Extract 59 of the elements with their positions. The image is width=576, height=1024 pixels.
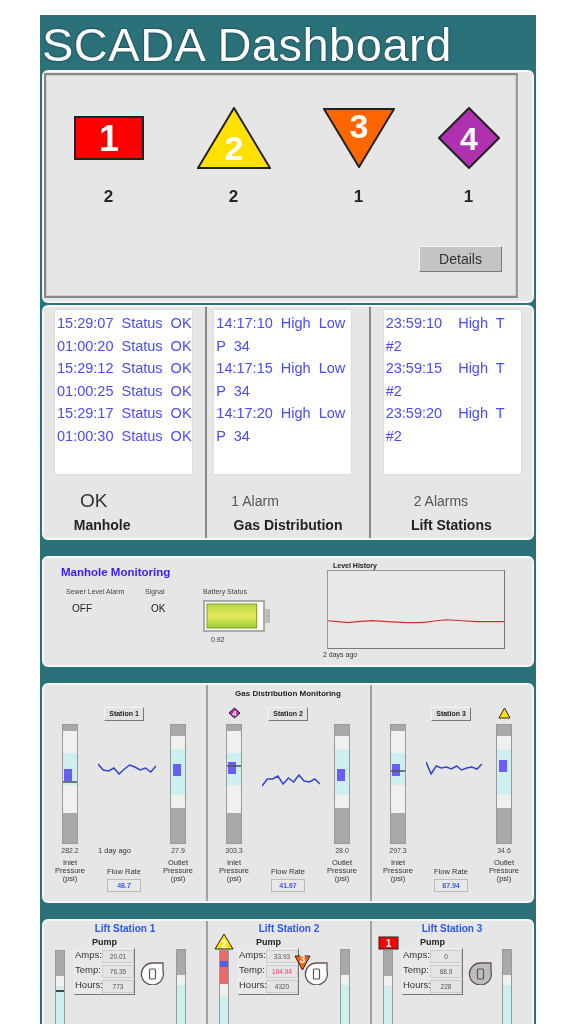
log-entry[interactable]: 14:17:10 High Low P 34 — [216, 312, 352, 358]
section-title: Manhole Monitoring — [61, 565, 172, 580]
alarm-badge — [497, 707, 511, 720]
log-entry[interactable]: 15:29:17 Status OK — [57, 402, 192, 425]
reading-label: Hours: — [239, 979, 266, 993]
alarm-priority-badge: 1 — [73, 116, 144, 161]
alarm-badge: 1 — [377, 936, 399, 951]
trend-line — [262, 774, 320, 788]
log-entry[interactable]: 15:29:07 Status OK — [57, 312, 192, 335]
battery-gauge — [203, 600, 271, 633]
reading-label: Amps: — [239, 949, 266, 963]
section-title: Gas Distribution Monitoring — [234, 688, 342, 701]
pump-label: Pump — [420, 936, 445, 949]
alarm-count: 2 — [103, 187, 114, 208]
area-label: Manhole — [73, 517, 131, 534]
alarm-count: 2 — [228, 187, 239, 208]
dashboard-title: SCADA Dashboard — [41, 17, 452, 71]
alarm-badge: 3 — [294, 955, 311, 972]
status-text: 2 Alarms — [413, 492, 469, 512]
gauge-top-band — [177, 950, 185, 975]
log-entry[interactable]: 14:17:15 High Low P 34 — [216, 357, 352, 403]
reading-label: Hours: — [403, 979, 430, 993]
alarm-badge: 2 — [214, 933, 234, 951]
gauge-top-band — [341, 950, 349, 975]
area-label: Gas Distribution — [233, 517, 343, 534]
log-entry[interactable]: 23:59:15 High T #2 — [385, 357, 521, 403]
alarm-priority-badge: 3 — [322, 108, 395, 169]
field-value: OFF — [71, 603, 92, 616]
reading-label: Temp: — [239, 964, 266, 978]
reading-label: Amps: — [75, 949, 102, 963]
reading-label: Hours: — [75, 979, 102, 993]
alarm-priority-badge: 4 — [437, 107, 500, 170]
gauge-top-band — [503, 950, 511, 975]
station-title: Lift Station 3 — [420, 923, 484, 936]
trend-line — [98, 763, 156, 776]
reading-label: Amps: — [403, 949, 430, 963]
pump-label: Pump — [92, 936, 117, 949]
station-title: Lift Station 2 — [257, 923, 321, 936]
alarm-count: 1 — [353, 187, 364, 208]
pump-label: Pump — [256, 936, 281, 949]
log-entry[interactable]: 01:00:25 Status OK — [57, 379, 192, 403]
log-entry[interactable]: 14:17:20 High Low P 34 — [216, 402, 352, 448]
reading-label: Temp: — [403, 964, 430, 978]
alarm-badge: 4 — [227, 707, 241, 720]
area-label: Lift Stations — [410, 517, 492, 534]
alarm-count: 1 — [463, 187, 474, 208]
station-title: Lift Station 1 — [93, 923, 157, 936]
log-entry[interactable]: 15:29:12 Status OK — [57, 357, 192, 380]
log-entry[interactable]: 01:00:20 Status OK — [57, 334, 192, 358]
status-text: OK — [80, 490, 108, 513]
reading-label: Temp: — [75, 964, 102, 978]
field-value: OK — [150, 603, 166, 616]
alarm-priority-badge: 2 — [196, 107, 271, 170]
trend-line — [426, 761, 482, 776]
details-button[interactable]: Details — [419, 246, 502, 273]
log-entry[interactable]: 01:00:30 Status OK — [57, 425, 192, 448]
status-text: 1 Alarm — [231, 492, 279, 512]
log-entry[interactable]: 23:59:20 High T #2 — [385, 402, 521, 448]
log-entry[interactable]: 23:59:10 High T #2 — [385, 312, 521, 358]
